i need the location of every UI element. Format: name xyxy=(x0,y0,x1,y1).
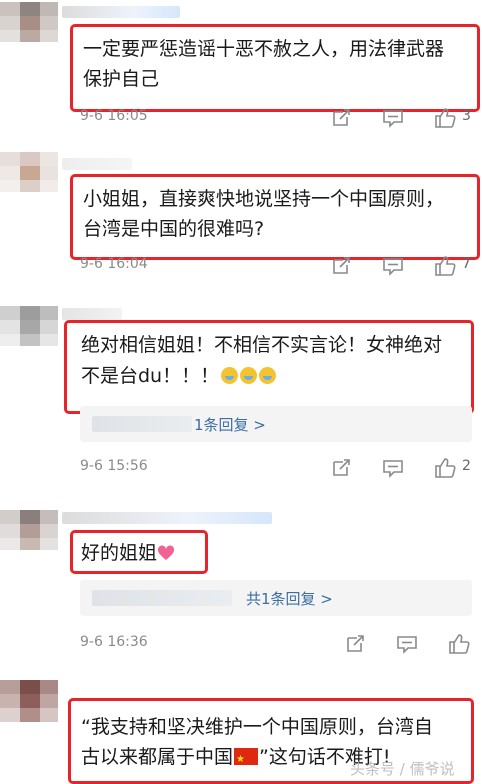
comment-item: 绝对相信姐姐！不相信不实言论！女神绝对 不是台du！！！ 1条回复 > 9-6 … xyxy=(0,296,482,486)
share-icon[interactable] xyxy=(330,458,352,478)
avatar[interactable] xyxy=(0,680,58,724)
avatar[interactable] xyxy=(0,2,58,42)
timestamp: 9-6 15:56 xyxy=(80,458,148,474)
comment-text-line2a: 古以来都属于中国 xyxy=(81,746,234,768)
comment-meta: 9-6 15:56 2 xyxy=(80,458,480,478)
highlight-box: 一定要严惩造谣十恶不赦之人，用法律武器 保护自己 xyxy=(70,24,480,112)
like-count: 7 xyxy=(462,256,471,272)
comment-meta: 9-6 16:04 7 xyxy=(80,256,480,276)
thumbs-up-icon[interactable] xyxy=(434,108,456,128)
username-blurred[interactable] xyxy=(62,6,180,18)
comment-text-line1: 好的姐姐 xyxy=(81,539,175,568)
thumbs-up-icon[interactable] xyxy=(434,256,456,276)
comment-icon[interactable] xyxy=(382,458,404,478)
username-blurred[interactable] xyxy=(62,512,272,524)
share-icon[interactable] xyxy=(330,108,352,128)
comment-item: 一定要严惩造谣十恶不赦之人，用法律武器 保护自己 9-6 16:05 3 xyxy=(0,0,482,140)
comment-text-line2: 古以来都属于中国”这句话不难打! xyxy=(81,743,390,774)
like-count: 2 xyxy=(462,458,471,474)
reply-summary[interactable]: 1条回复 > xyxy=(80,406,472,442)
avatar[interactable] xyxy=(0,510,58,550)
timestamp: 9-6 16:04 xyxy=(80,256,148,272)
comment-icon[interactable] xyxy=(382,256,404,276)
reply-count-link[interactable]: 共1条回复 > xyxy=(246,588,333,609)
avatar[interactable] xyxy=(0,152,58,192)
reply-count-link[interactable]: 1条回复 > xyxy=(194,414,266,435)
crying-emoji-icon xyxy=(259,367,277,384)
comment-text-line1: 绝对相信姐姐！不相信不实言论！女神绝对 xyxy=(81,334,443,356)
timestamp: 9-6 16:36 xyxy=(80,634,148,650)
highlight-box: 绝对相信姐姐！不相信不实言论！女神绝对 不是台du！！！ xyxy=(64,320,474,414)
highlight-box: 小姐姐，直接爽快地说坚持一个中国原则， 台湾是中国的很难吗? xyxy=(70,174,480,260)
share-icon[interactable] xyxy=(344,634,366,654)
avatar[interactable] xyxy=(0,306,58,346)
watermark: 头条号 / 儒爷说 xyxy=(350,760,455,778)
comment-text-line1: 小姐姐，直接爽快地说坚持一个中国原则， xyxy=(83,188,445,210)
username-blurred[interactable] xyxy=(62,308,122,320)
thumbs-up-icon[interactable] xyxy=(448,634,470,654)
timestamp: 9-6 16:05 xyxy=(80,108,148,124)
comment-icon[interactable] xyxy=(382,108,404,128)
comment-meta: 9-6 16:05 3 xyxy=(80,108,480,128)
comment-icon[interactable] xyxy=(396,634,418,654)
comment-text-line2: 不是台du！！！ xyxy=(81,362,277,391)
thumbs-up-icon[interactable] xyxy=(434,458,456,478)
comment-text-line2: 保护自己 xyxy=(83,68,160,90)
crying-emoji-icon xyxy=(221,367,239,384)
comment-item: 小姐姐，直接爽快地说坚持一个中国原则， 台湾是中国的很难吗? 9-6 16:04… xyxy=(0,148,482,280)
username-blurred[interactable] xyxy=(62,158,132,170)
china-flag-icon xyxy=(234,745,259,774)
comment-text-line1: 一定要严惩造谣十恶不赦之人，用法律武器 xyxy=(83,38,445,60)
heart-emoji-icon xyxy=(157,545,175,560)
reply-summary[interactable]: 共1条回复 > xyxy=(80,580,472,616)
comment-text-line2: 台湾是中国的很难吗? xyxy=(83,218,265,240)
reply-user-blurred xyxy=(92,590,232,606)
crying-emoji-icon xyxy=(240,367,258,384)
like-count: 3 xyxy=(462,108,471,124)
comment-text-line1: “我支持和坚决维护一个中国原则，台湾自 xyxy=(81,716,433,738)
comment-text: 好的姐姐 xyxy=(81,542,158,564)
comment-text-line2-text: 不是台du！！！ xyxy=(81,365,220,387)
comment-item: 好的姐姐 共1条回复 > 9-6 16:36 xyxy=(0,506,482,666)
reply-user-blurred xyxy=(92,416,192,432)
share-icon[interactable] xyxy=(330,256,352,276)
comment-meta: 9-6 16:36 xyxy=(80,634,480,654)
highlight-box: 好的姐姐 xyxy=(70,530,208,574)
